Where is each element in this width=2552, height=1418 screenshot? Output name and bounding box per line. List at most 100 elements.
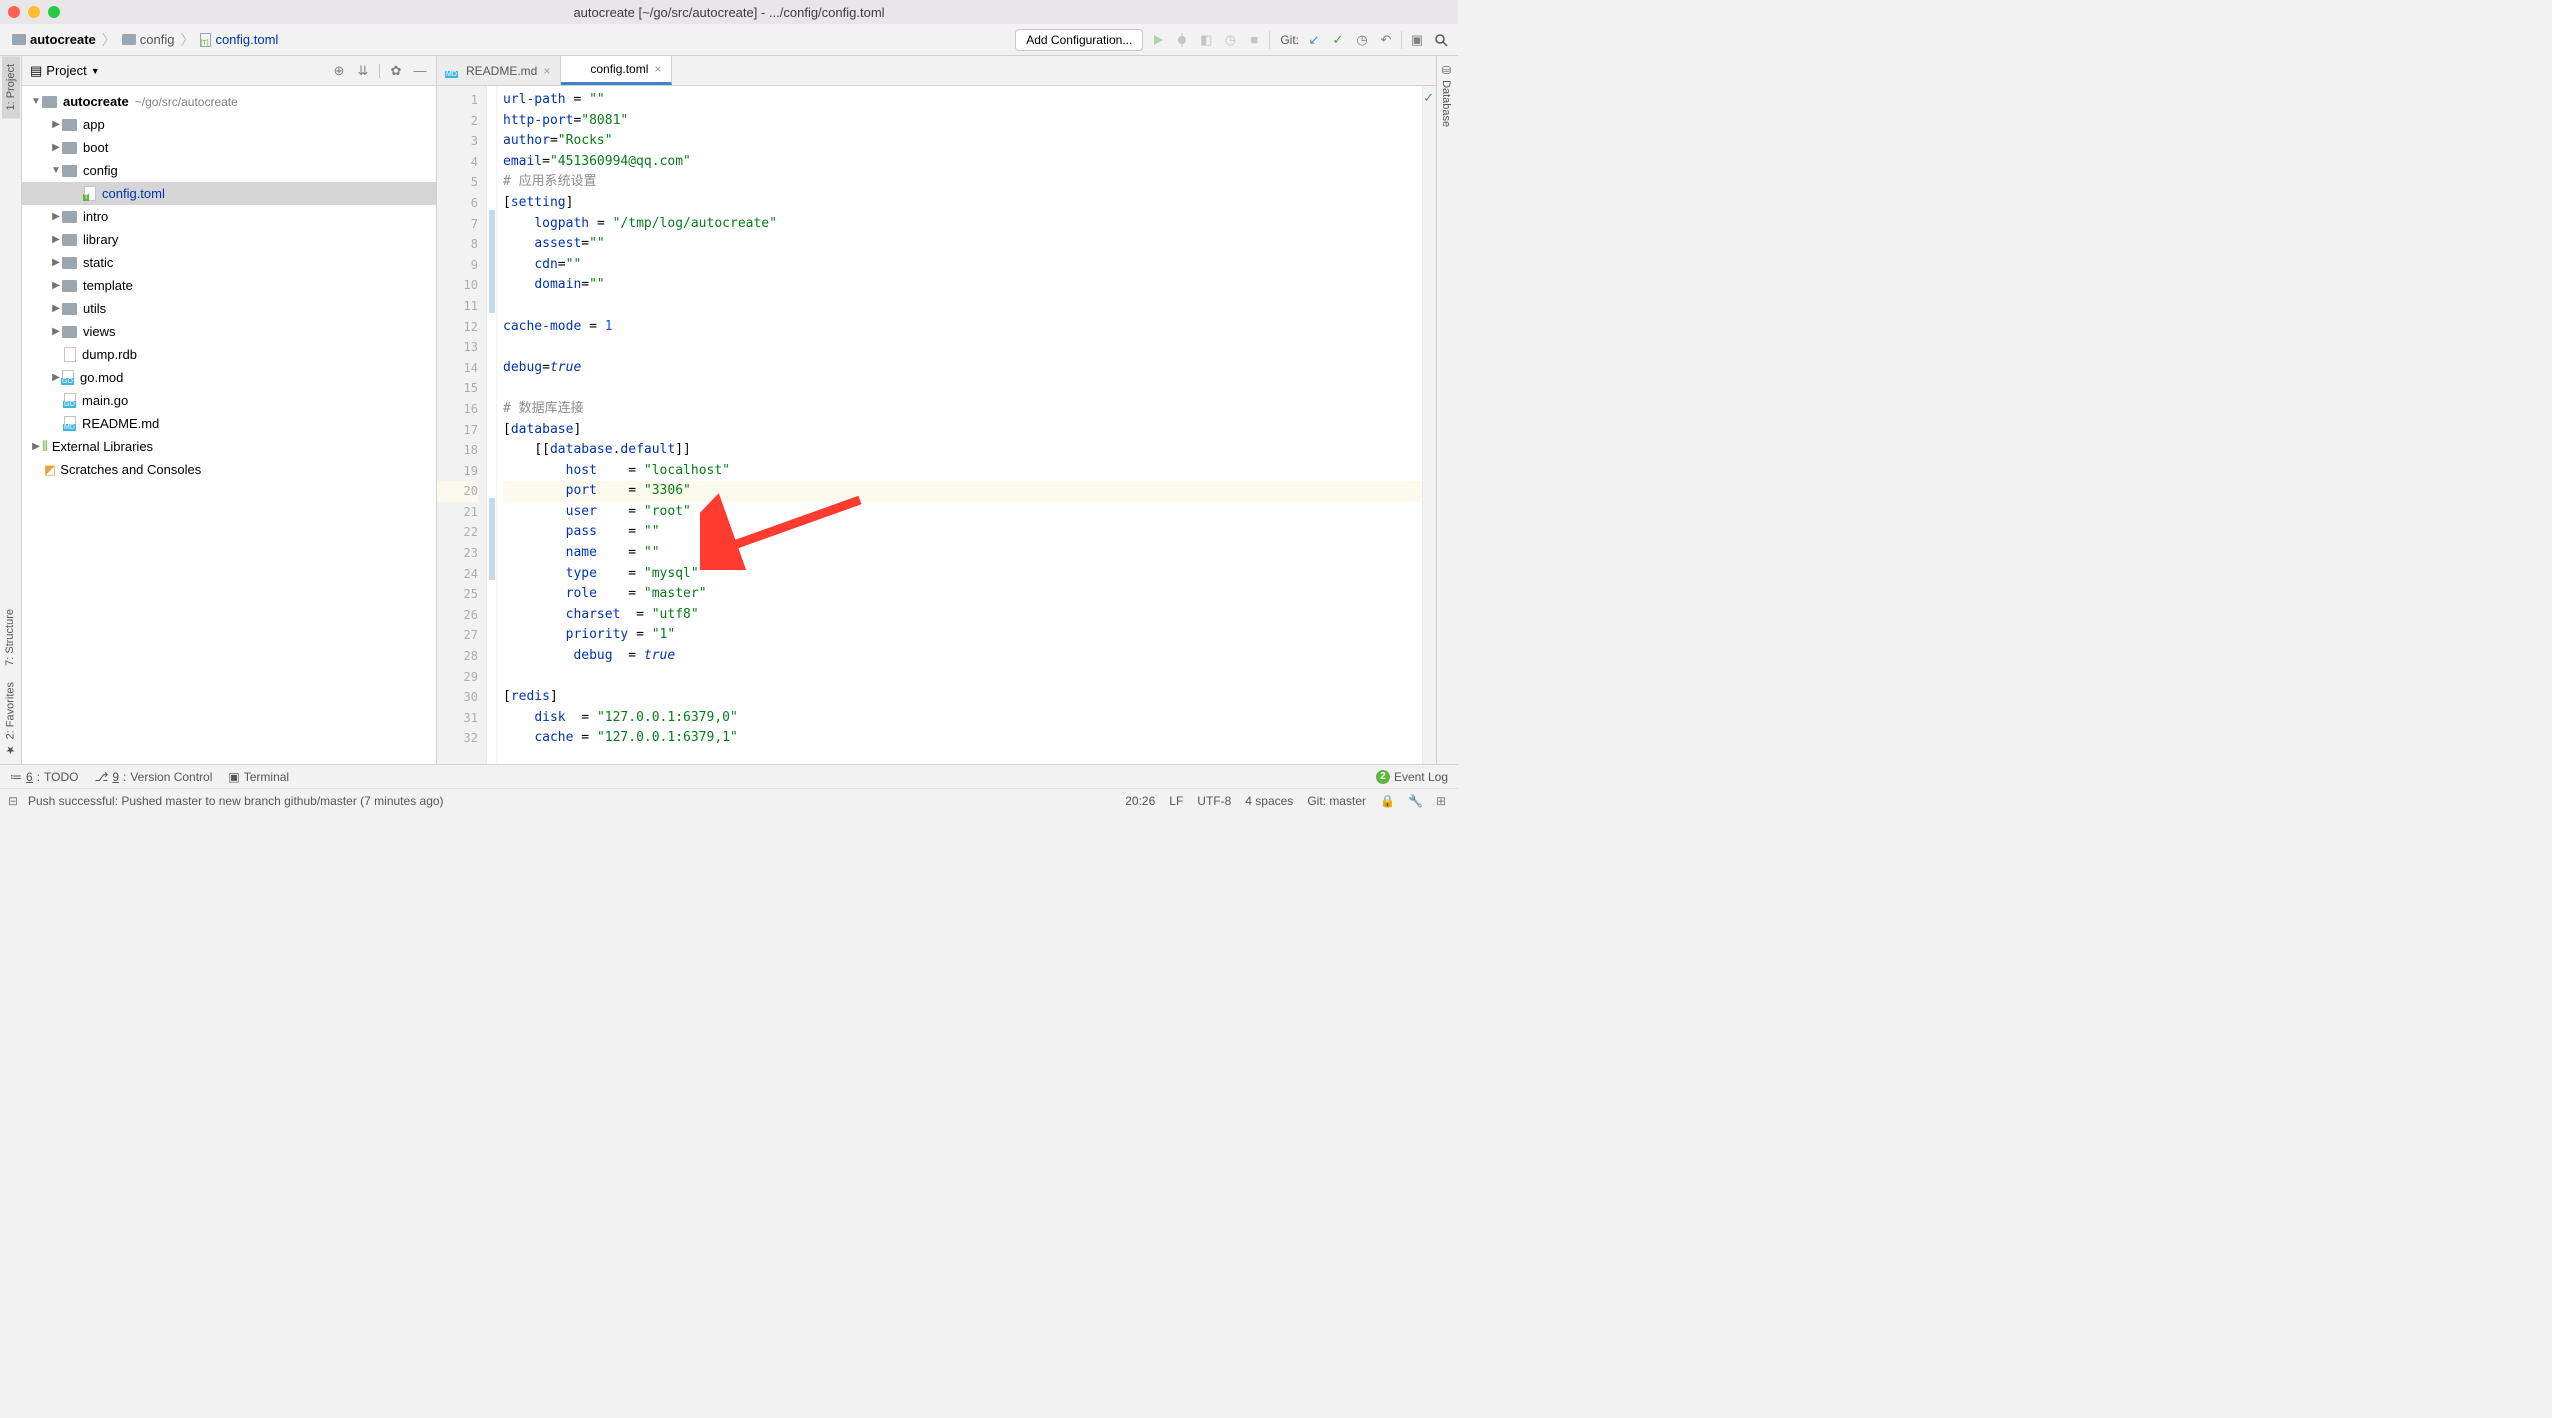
tree-external-libraries[interactable]: ▶⫴External Libraries [22, 435, 436, 458]
folder-icon [62, 280, 77, 292]
tree-file-readme[interactable]: MDREADME.md [22, 412, 436, 435]
search-icon[interactable] [1432, 31, 1450, 49]
layout-icon[interactable]: ▣ [1408, 31, 1426, 49]
bottom-toolbar: ≔ 6: TODO ⎇ 9: Version Control ▣ Termina… [0, 764, 1458, 788]
breadcrumb-folder[interactable]: config [118, 30, 179, 49]
debug-icon[interactable] [1173, 31, 1191, 49]
code-content[interactable]: url-path = "" http-port="8081" author="R… [497, 86, 1422, 764]
folder-icon [62, 142, 77, 154]
title-bar: autocreate [~/go/src/autocreate] - .../c… [0, 0, 1458, 24]
wrench-icon[interactable]: 🔧 [1408, 794, 1422, 808]
tree-scratches[interactable]: ◩Scratches and Consoles [22, 458, 436, 481]
chevron-right-icon[interactable]: ▶ [50, 119, 62, 130]
editor-scrollbar[interactable]: ✓ [1422, 86, 1436, 764]
project-panel: ▤ Project ▼ ⊕ ⇊ ✿ — ▼ autocreate ~/go/sr… [22, 56, 437, 764]
revert-icon[interactable]: ↶ [1377, 31, 1395, 49]
hide-panel-icon[interactable]: — [412, 63, 428, 79]
favorites-tool-tab[interactable]: ★ 2: Favorites [1, 674, 20, 764]
folder-icon [62, 211, 77, 223]
file-encoding[interactable]: UTF-8 [1197, 794, 1231, 808]
folder-icon [62, 234, 77, 246]
event-log-tool[interactable]: 2 Event Log [1376, 770, 1448, 784]
minimize-window-button[interactable] [28, 6, 40, 18]
tree-folder-library[interactable]: ▶library [22, 228, 436, 251]
left-tool-rail: 1: Project 7: Structure ★ 2: Favorites [0, 56, 22, 764]
editor-area: README.md × config.toml × 12345678910111… [437, 56, 1436, 764]
stop-icon[interactable]: ■ [1245, 31, 1263, 49]
chevron-right-icon[interactable]: ▶ [50, 234, 62, 245]
tree-folder-config[interactable]: ▼config [22, 159, 436, 182]
chevron-down-icon[interactable]: ▼ [50, 165, 62, 176]
project-tree[interactable]: ▼ autocreate ~/go/src/autocreate ▶app ▶b… [22, 86, 436, 764]
navigation-bar: autocreate 〉 config 〉 config.toml Add Co… [0, 24, 1458, 56]
tab-config[interactable]: config.toml × [561, 56, 672, 85]
run-icon[interactable] [1149, 31, 1167, 49]
separator [1269, 31, 1270, 49]
separator [1401, 31, 1402, 49]
collapse-icon[interactable]: ⇊ [355, 63, 371, 79]
project-tool-tab[interactable]: 1: Project [2, 56, 20, 118]
tree-file-config-toml[interactable]: Tconfig.toml [22, 182, 436, 205]
database-tool-tab[interactable]: ⛁ Database [1437, 56, 1456, 135]
close-icon[interactable]: × [654, 62, 661, 76]
tree-file-dump[interactable]: dump.rdb [22, 343, 436, 366]
tree-folder-app[interactable]: ▶app [22, 113, 436, 136]
folder-icon [62, 303, 77, 315]
status-toggle-icon[interactable]: ⊟ [8, 794, 22, 808]
indent-setting[interactable]: 4 spaces [1245, 794, 1293, 808]
tree-folder-static[interactable]: ▶static [22, 251, 436, 274]
chevron-right-icon[interactable]: ▶ [50, 257, 62, 268]
close-icon[interactable]: × [543, 64, 550, 78]
folder-icon [62, 326, 77, 338]
structure-tool-tab[interactable]: 7: Structure [1, 601, 19, 674]
tree-folder-template[interactable]: ▶template [22, 274, 436, 297]
chevron-down-icon[interactable]: ▼ [30, 96, 42, 107]
git-commit-icon[interactable]: ✓ [1329, 31, 1347, 49]
chevron-right-icon[interactable]: ▶ [50, 326, 62, 337]
file-icon [64, 347, 76, 362]
git-branch[interactable]: Git: master [1307, 794, 1366, 808]
profile-icon[interactable]: ◷ [1221, 31, 1239, 49]
chevron-right-icon[interactable]: ▶ [50, 211, 62, 222]
lock-icon[interactable]: 🔒 [1380, 794, 1394, 808]
breadcrumb-file[interactable]: config.toml [196, 30, 282, 49]
coverage-icon[interactable]: ◧ [1197, 31, 1215, 49]
git-pull-icon[interactable]: ↙ [1305, 31, 1323, 49]
tree-folder-utils[interactable]: ▶utils [22, 297, 436, 320]
todo-tool[interactable]: ≔ 6: TODO [10, 770, 78, 784]
chevron-right-icon: 〉 [180, 30, 194, 50]
line-separator[interactable]: LF [1169, 794, 1183, 808]
breadcrumb-root[interactable]: autocreate [8, 30, 100, 49]
editor-body[interactable]: 1234567891011121314151617181920212223242… [437, 86, 1436, 764]
project-icon: ▤ [30, 63, 42, 79]
toml-file-icon [571, 62, 584, 77]
chevron-right-icon[interactable]: ▶ [30, 441, 42, 452]
event-count-badge: 2 [1376, 770, 1390, 784]
tree-file-gomod[interactable]: ▶GOgo.mod [22, 366, 436, 389]
version-control-tool[interactable]: ⎇ 9: Version Control [94, 770, 212, 784]
project-view-selector[interactable]: ▤ Project ▼ [30, 63, 331, 79]
tab-readme[interactable]: README.md × [437, 56, 561, 85]
maximize-window-button[interactable] [48, 6, 60, 18]
terminal-tool[interactable]: ▣ Terminal [228, 770, 289, 784]
folder-icon [122, 34, 136, 45]
locate-icon[interactable]: ⊕ [331, 63, 347, 79]
line-gutter[interactable]: 1234567891011121314151617181920212223242… [437, 86, 487, 764]
tree-folder-views[interactable]: ▶views [22, 320, 436, 343]
tree-folder-boot[interactable]: ▶boot [22, 136, 436, 159]
project-panel-header: ▤ Project ▼ ⊕ ⇊ ✿ — [22, 56, 436, 86]
cursor-position[interactable]: 20:26 [1125, 794, 1155, 808]
tree-folder-intro[interactable]: ▶intro [22, 205, 436, 228]
memory-icon[interactable]: ⊞ [1436, 794, 1450, 808]
tree-file-maingo[interactable]: GOmain.go [22, 389, 436, 412]
close-window-button[interactable] [8, 6, 20, 18]
chevron-right-icon[interactable]: ▶ [50, 280, 62, 291]
chevron-right-icon[interactable]: ▶ [50, 142, 62, 153]
tree-root[interactable]: ▼ autocreate ~/go/src/autocreate [22, 90, 436, 113]
toml-file-icon: T [84, 186, 96, 201]
history-icon[interactable]: ◷ [1353, 31, 1371, 49]
add-configuration-button[interactable]: Add Configuration... [1015, 29, 1143, 51]
go-file-icon: GO [62, 370, 74, 385]
gear-icon[interactable]: ✿ [388, 63, 404, 79]
chevron-right-icon[interactable]: ▶ [50, 303, 62, 314]
